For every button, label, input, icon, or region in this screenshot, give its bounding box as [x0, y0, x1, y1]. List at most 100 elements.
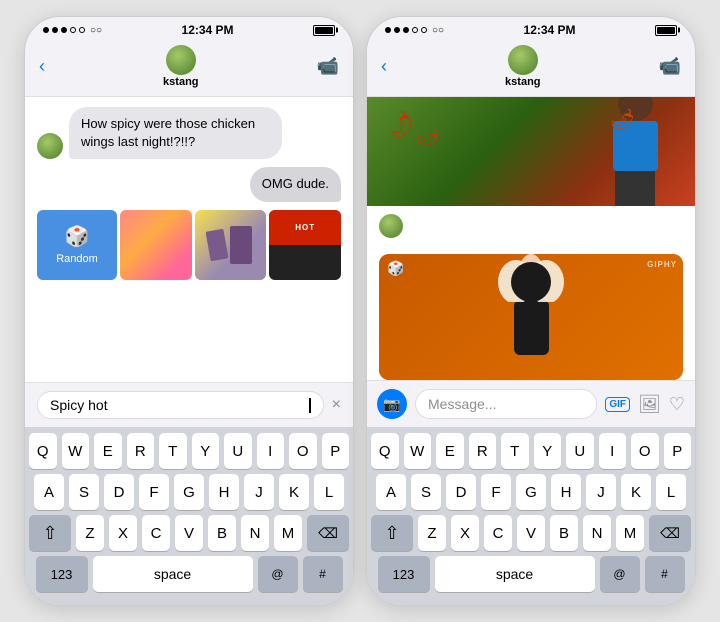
key-b[interactable]: B	[208, 515, 236, 551]
dot-2	[52, 27, 58, 33]
key-i[interactable]: I	[257, 433, 285, 469]
photo-icon[interactable]: 🖼	[638, 394, 661, 415]
rkey-w[interactable]: W	[404, 433, 432, 469]
key-hash[interactable]: #	[303, 556, 343, 592]
key-w[interactable]: W	[62, 433, 90, 469]
rkey-e[interactable]: E	[436, 433, 464, 469]
rkey-s[interactable]: S	[411, 474, 441, 510]
key-at[interactable]: @	[258, 556, 298, 592]
rkey-y[interactable]: Y	[534, 433, 562, 469]
rkey-u[interactable]: U	[566, 433, 594, 469]
rkey-v[interactable]: V	[517, 515, 545, 551]
key-delete[interactable]: ⌫	[307, 515, 349, 551]
rkey-t[interactable]: T	[501, 433, 529, 469]
gif-tile-3[interactable]: HOT	[269, 210, 341, 280]
kb-row-3-right: ⇧ Z X C V B N M ⌫	[371, 515, 691, 551]
nav-bar-right: ‹ kstang 📹	[367, 41, 695, 97]
message-avatar-left	[37, 133, 63, 159]
gif-tile-2[interactable]	[195, 210, 267, 280]
rkey-shift[interactable]: ⇧	[371, 515, 413, 551]
gif-display-chili[interactable]: 🌶 🌶 🌶	[367, 97, 695, 206]
key-j[interactable]: J	[244, 474, 274, 510]
nav-bar-left: ‹ kstang 📹	[25, 41, 353, 97]
fire-body	[514, 300, 549, 355]
carrier-label: ○○	[90, 25, 102, 36]
gif-random-tile[interactable]: 🎲 Random	[37, 210, 117, 280]
dot-r1	[385, 27, 391, 33]
back-button-right[interactable]: ‹	[381, 56, 387, 77]
search-clear-icon[interactable]: ×	[332, 396, 341, 414]
rkey-delete[interactable]: ⌫	[649, 515, 691, 551]
rkey-j[interactable]: J	[586, 474, 616, 510]
key-q[interactable]: Q	[29, 433, 57, 469]
camera-button[interactable]: 📷	[377, 389, 407, 419]
gif-tile-1[interactable]	[120, 210, 192, 280]
key-x[interactable]: X	[109, 515, 137, 551]
message-input[interactable]: Message...	[415, 389, 597, 419]
key-g[interactable]: G	[174, 474, 204, 510]
rkey-p[interactable]: P	[664, 433, 692, 469]
rkey-i[interactable]: I	[599, 433, 627, 469]
search-input[interactable]: Spicy hot	[50, 397, 308, 413]
rkey-d[interactable]: D	[446, 474, 476, 510]
key-c[interactable]: C	[142, 515, 170, 551]
gif-display-fire[interactable]: GIPHY 🎲	[379, 254, 683, 380]
rkey-x[interactable]: X	[451, 515, 479, 551]
rkey-g[interactable]: G	[516, 474, 546, 510]
key-a[interactable]: A	[34, 474, 64, 510]
rkey-h[interactable]: H	[551, 474, 581, 510]
rkey-hash[interactable]: #	[645, 556, 685, 592]
dot-r5	[421, 27, 427, 33]
rkey-m[interactable]: M	[616, 515, 644, 551]
rkey-c[interactable]: C	[484, 515, 512, 551]
key-h[interactable]: H	[209, 474, 239, 510]
key-t[interactable]: T	[159, 433, 187, 469]
gif-button[interactable]: GIF	[605, 397, 630, 412]
key-e[interactable]: E	[94, 433, 122, 469]
nav-center-left: kstang	[163, 45, 198, 88]
rkey-q[interactable]: Q	[371, 433, 399, 469]
key-s[interactable]: S	[69, 474, 99, 510]
rkey-b[interactable]: B	[550, 515, 578, 551]
rkey-n[interactable]: N	[583, 515, 611, 551]
rkey-f[interactable]: F	[481, 474, 511, 510]
key-z[interactable]: Z	[76, 515, 104, 551]
bubble-received-1: How spicy were those chicken wings last …	[69, 107, 282, 159]
avatar-left[interactable]	[166, 45, 196, 75]
dot-1	[43, 27, 49, 33]
rkey-r[interactable]: R	[469, 433, 497, 469]
left-phone: ○○ 12:34 PM ‹ kstang 📹 How spicy were th…	[24, 16, 354, 606]
dice-emoji: 🎲	[387, 260, 404, 277]
key-shift[interactable]: ⇧	[29, 515, 71, 551]
video-icon-left[interactable]: 📹	[317, 56, 339, 77]
key-n[interactable]: N	[241, 515, 269, 551]
key-space[interactable]: space	[93, 556, 253, 592]
key-y[interactable]: Y	[192, 433, 220, 469]
key-k[interactable]: K	[279, 474, 309, 510]
key-v[interactable]: V	[175, 515, 203, 551]
rkey-num[interactable]: 123	[378, 556, 430, 592]
rkey-space[interactable]: space	[435, 556, 595, 592]
key-o[interactable]: O	[289, 433, 317, 469]
rkey-o[interactable]: O	[631, 433, 659, 469]
key-d[interactable]: D	[104, 474, 134, 510]
key-l[interactable]: L	[314, 474, 344, 510]
search-input-wrap[interactable]: Spicy hot	[37, 391, 324, 419]
rkey-a[interactable]: A	[376, 474, 406, 510]
back-button-left[interactable]: ‹	[39, 56, 45, 77]
key-f[interactable]: F	[139, 474, 169, 510]
rkey-l[interactable]: L	[656, 474, 686, 510]
dot-5	[79, 27, 85, 33]
key-u[interactable]: U	[224, 433, 252, 469]
key-num[interactable]: 123	[36, 556, 88, 592]
avatar-right[interactable]	[508, 45, 538, 75]
video-icon-right[interactable]: 📹	[659, 56, 681, 77]
rkey-k[interactable]: K	[621, 474, 651, 510]
heart-icon[interactable]: ♡	[669, 394, 685, 415]
gif-person-figure	[595, 97, 675, 206]
rkey-at[interactable]: @	[600, 556, 640, 592]
key-m[interactable]: M	[274, 515, 302, 551]
key-p[interactable]: P	[322, 433, 350, 469]
rkey-z[interactable]: Z	[418, 515, 446, 551]
key-r[interactable]: R	[127, 433, 155, 469]
